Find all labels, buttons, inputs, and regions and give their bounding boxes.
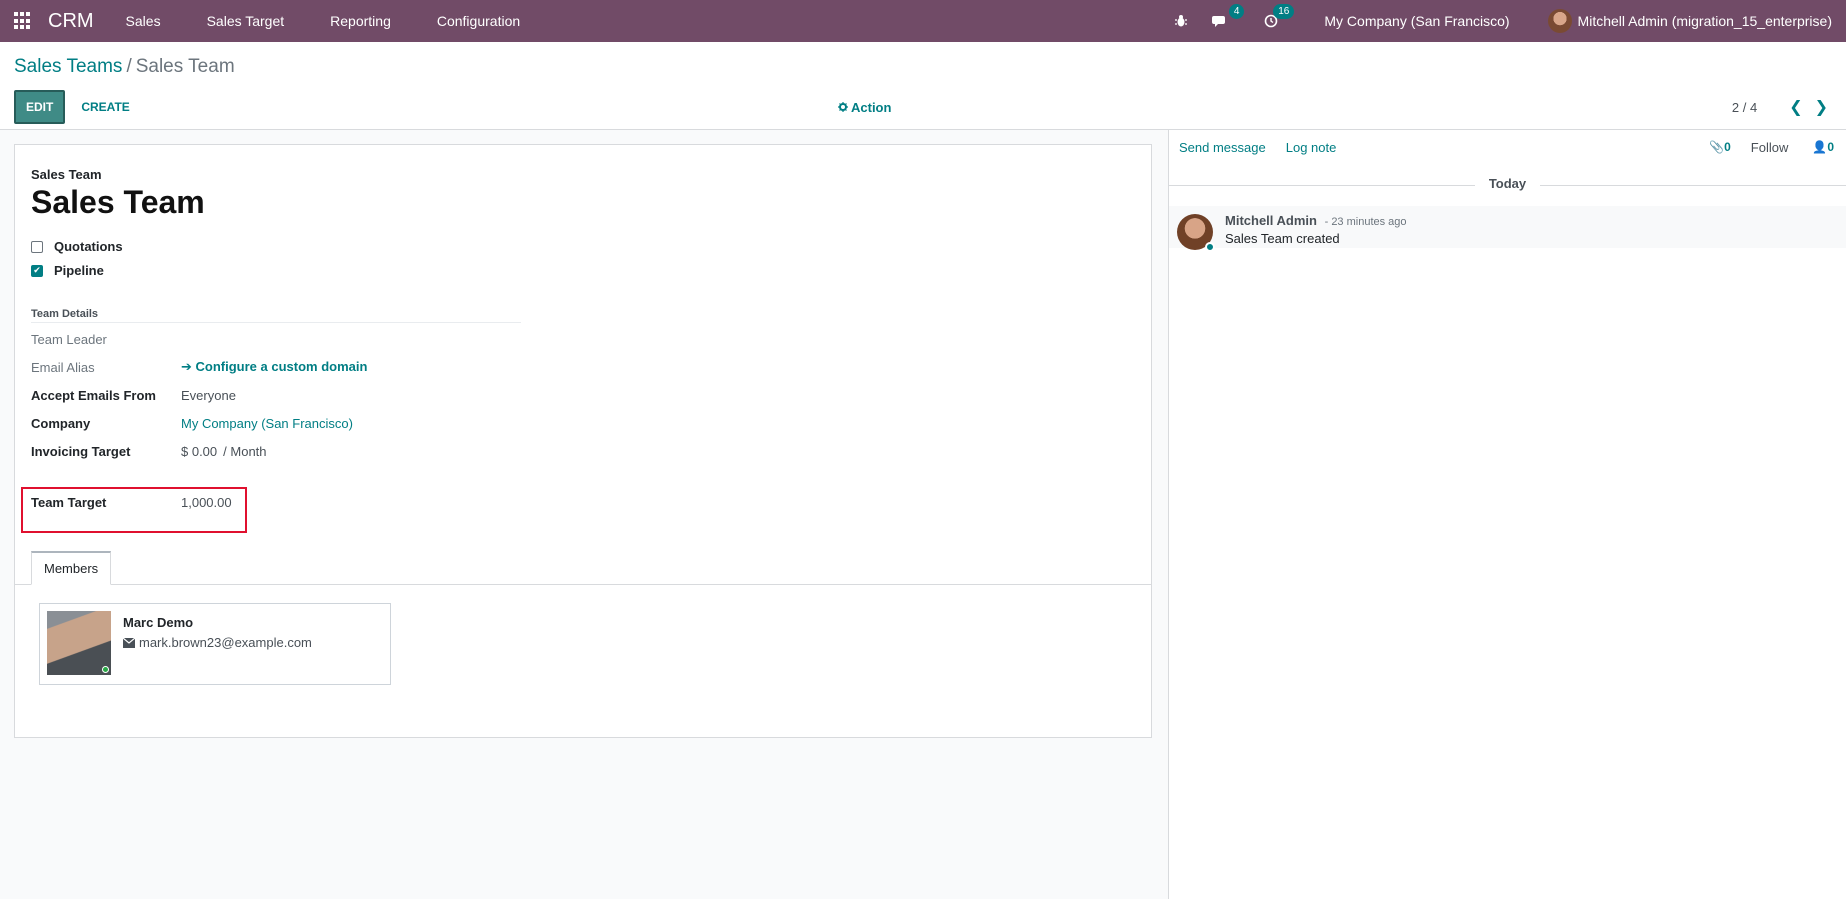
quotations-checkbox[interactable] xyxy=(31,240,43,253)
quotations-label: Quotations xyxy=(54,239,123,254)
form-sheet: Sales Team Sales Team Quotations ✔ Pipel… xyxy=(14,144,1152,738)
action-menu[interactable]: Action xyxy=(838,100,891,115)
team-target-highlight: Team Target 1,000.00 xyxy=(21,487,247,533)
accept-emails-row: Accept Emails From Everyone xyxy=(31,381,1135,409)
breadcrumb-current: Sales Team xyxy=(135,56,235,77)
control-panel-buttons: EDIT CREATE Action 2 / 4 ❮ ❯ xyxy=(14,84,1832,130)
team-leader-label: Team Leader xyxy=(31,331,107,347)
app-brand[interactable]: CRM xyxy=(48,10,94,33)
top-navbar: CRM Sales Sales Target Reporting Configu… xyxy=(0,0,1846,42)
online-status-icon xyxy=(102,666,109,673)
pager-next-chevron-icon[interactable]: ❯ xyxy=(1815,97,1828,117)
menu-sales-target[interactable]: Sales Target xyxy=(207,13,285,29)
online-status-icon xyxy=(1205,242,1215,252)
invoicing-target-unit: / Month xyxy=(223,443,267,459)
activities-badge: 16 xyxy=(1273,4,1295,19)
user-icon: 👤 xyxy=(1812,140,1828,154)
chatter-message: Mitchell Admin - 23 minutes ago Sales Te… xyxy=(1169,206,1846,252)
pipeline-label: Pipeline xyxy=(54,263,104,278)
message-author[interactable]: Mitchell Admin xyxy=(1225,213,1317,228)
message-author-avatar[interactable] xyxy=(1177,214,1215,252)
navbar-systray: 4 16 My Company (San Francisco) Mitchell… xyxy=(1162,0,1832,42)
member-card[interactable]: Marc Demo mark.brown23@example.com xyxy=(39,603,391,685)
arrow-right-icon: ➔ xyxy=(181,359,196,374)
pipeline-check-row: ✔ Pipeline xyxy=(31,263,1135,278)
follow-button[interactable]: Follow xyxy=(1751,140,1789,155)
attachments-button[interactable]: 📎0 xyxy=(1709,140,1731,154)
accept-emails-value: Everyone xyxy=(181,387,236,403)
followers-button[interactable]: 👤0 xyxy=(1812,140,1834,154)
team-leader-row: Team Leader xyxy=(31,325,1135,353)
envelope-icon xyxy=(123,637,135,648)
edit-button[interactable]: EDIT xyxy=(14,90,66,124)
notebook-tabs: Members xyxy=(15,551,1151,585)
breadcrumb-separator: / xyxy=(126,56,132,77)
pager-previous-chevron-icon[interactable]: ❮ xyxy=(1789,97,1802,117)
form-view: Sales Team Sales Team Quotations ✔ Pipel… xyxy=(0,130,1168,899)
quotations-check-row: Quotations xyxy=(31,239,1135,254)
apps-grid-icon[interactable] xyxy=(14,12,32,30)
chatter-panel: Send message Log note 📎0 Follow 👤0 Today xyxy=(1168,130,1846,899)
messages-icon[interactable]: 4 xyxy=(1212,4,1245,28)
member-email-row: mark.brown23@example.com xyxy=(123,635,312,650)
pager-value[interactable]: 2 / 4 xyxy=(1732,100,1757,115)
paperclip-icon: 📎 xyxy=(1709,140,1725,154)
invoicing-target-label: Invoicing Target xyxy=(31,443,131,459)
email-alias-row: Email Alias ➔ Configure a custom domain xyxy=(31,353,1135,381)
date-separator: Today xyxy=(1169,176,1846,196)
company-link[interactable]: My Company (San Francisco) xyxy=(181,416,353,431)
email-alias-label: Email Alias xyxy=(31,359,95,375)
member-avatar xyxy=(47,611,111,675)
menu-reporting[interactable]: Reporting xyxy=(330,13,391,29)
menu-configuration[interactable]: Configuration xyxy=(437,13,520,29)
invoicing-target-row: Invoicing Target $ 0.00 / Month xyxy=(31,437,1135,465)
accept-emails-label: Accept Emails From xyxy=(31,387,156,403)
create-button[interactable]: CREATE xyxy=(77,100,133,114)
pager: 2 / 4 ❮ ❯ xyxy=(1732,97,1828,117)
menu-sales[interactable]: Sales xyxy=(126,13,161,29)
member-info: Marc Demo mark.brown23@example.com xyxy=(123,615,312,677)
configure-domain-link[interactable]: ➔ Configure a custom domain xyxy=(181,359,367,375)
member-email: mark.brown23@example.com xyxy=(139,635,312,650)
debug-bug-icon[interactable] xyxy=(1174,14,1188,28)
user-menu[interactable]: Mitchell Admin (migration_15_enterprise) xyxy=(1547,9,1832,33)
name-field-label: Sales Team xyxy=(31,167,102,182)
tab-members[interactable]: Members xyxy=(31,551,112,585)
pipeline-checkbox[interactable]: ✔ xyxy=(31,264,43,277)
company-switcher[interactable]: My Company (San Francisco) xyxy=(1324,13,1509,29)
messages-badge: 4 xyxy=(1228,4,1245,19)
invoicing-target-value: $ 0.00 xyxy=(181,443,218,459)
control-panel: Sales Teams / Sales Team EDIT CREATE Actio… xyxy=(0,42,1846,130)
activities-clock-icon[interactable]: 16 xyxy=(1264,4,1295,28)
gear-icon xyxy=(838,102,848,112)
team-details-group-title: Team Details xyxy=(31,308,521,323)
message-text: Sales Team created xyxy=(1225,231,1340,246)
chatter-topbar: Send message Log note 📎0 Follow 👤0 xyxy=(1169,130,1846,164)
chatter-topbar-right: 📎0 Follow 👤0 xyxy=(1689,140,1836,155)
log-note-button[interactable]: Log note xyxy=(1286,140,1337,155)
message-time: - 23 minutes ago xyxy=(1324,216,1407,228)
message-body: Mitchell Admin - 23 minutes ago Sales Te… xyxy=(1225,213,1407,246)
user-avatar xyxy=(1547,9,1572,33)
user-name: Mitchell Admin (migration_15_enterprise) xyxy=(1577,13,1832,29)
main-content: Sales Team Sales Team Quotations ✔ Pipel… xyxy=(0,130,1846,899)
member-name: Marc Demo xyxy=(123,615,194,630)
breadcrumb-sales-teams[interactable]: Sales Teams xyxy=(14,56,122,77)
action-label: Action xyxy=(851,99,892,115)
company-label: Company xyxy=(31,415,91,431)
team-target-label: Team Target xyxy=(31,495,107,510)
send-message-button[interactable]: Send message xyxy=(1179,140,1266,155)
company-row: Company My Company (San Francisco) xyxy=(31,409,1135,437)
team-name-title: Sales Team xyxy=(31,184,205,220)
main-menu: Sales Sales Target Reporting Configurati… xyxy=(112,13,553,29)
breadcrumb: Sales Teams / Sales Team xyxy=(14,42,1832,84)
team-target-value: 1,000.00 xyxy=(181,495,232,510)
